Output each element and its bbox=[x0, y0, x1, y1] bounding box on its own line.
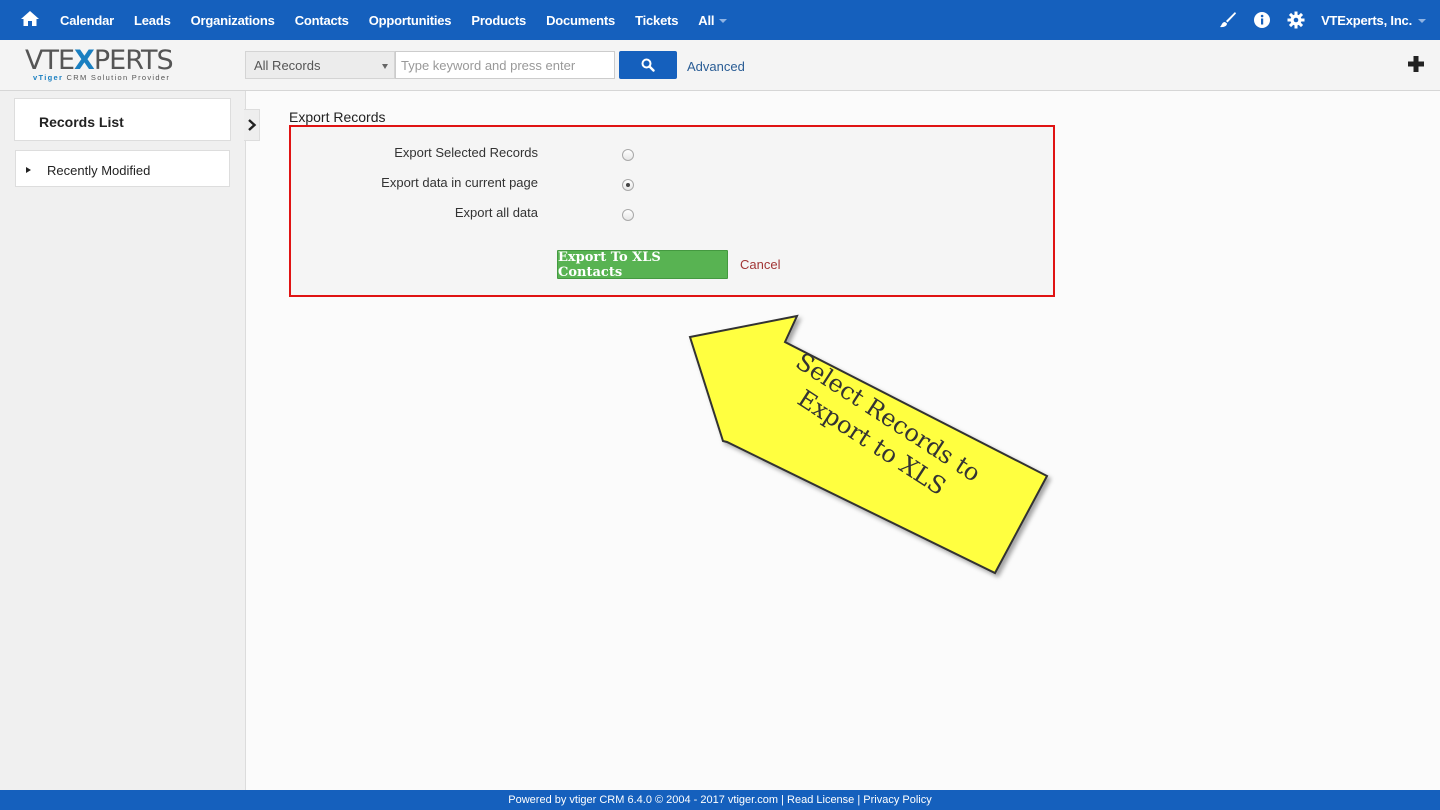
menu-item-organizations[interactable]: Organizations bbox=[181, 13, 285, 28]
logo-text-b: PERTS bbox=[93, 45, 174, 76]
user-name: VTExperts, Inc. bbox=[1321, 12, 1412, 28]
chevron-down-icon bbox=[382, 64, 388, 69]
export-selected-radio[interactable] bbox=[622, 149, 634, 161]
export-option-label: Export Selected Records bbox=[394, 145, 538, 160]
user-menu[interactable]: VTExperts, Inc. bbox=[1321, 13, 1426, 28]
export-all-radio[interactable] bbox=[622, 209, 634, 221]
export-options-panel: Export Selected Records Export data in c… bbox=[289, 125, 1055, 297]
triangle-right-icon bbox=[26, 167, 31, 173]
chevron-down-icon bbox=[719, 19, 728, 24]
search-input[interactable] bbox=[395, 51, 615, 79]
plus-icon[interactable] bbox=[1406, 54, 1426, 74]
logo[interactable]: VTEXPERTS vTiger CRM Solution Provider bbox=[25, 47, 185, 87]
menu-item-opportunities[interactable]: Opportunities bbox=[359, 13, 462, 28]
chevron-right-icon bbox=[247, 119, 256, 131]
export-current-page-radio[interactable] bbox=[622, 179, 634, 191]
export-to-xls-button[interactable]: Export To XLS Contacts bbox=[557, 250, 728, 280]
sidebar-title[interactable]: Records List bbox=[14, 98, 231, 141]
logo-tag-a: vTiger bbox=[33, 73, 64, 82]
annotation-callout: Select Records to Export to XLS bbox=[763, 339, 997, 520]
menu-item-all-label: All bbox=[698, 12, 715, 28]
gear-icon[interactable] bbox=[1287, 11, 1305, 29]
sidebar-item-recently-modified[interactable]: Recently Modified bbox=[15, 150, 230, 187]
info-icon[interactable] bbox=[1253, 11, 1271, 29]
footer: Powered by vtiger CRM 6.4.0 © 2004 - 201… bbox=[0, 790, 1440, 810]
menu-item-leads[interactable]: Leads bbox=[124, 13, 181, 28]
menu-item-documents[interactable]: Documents bbox=[536, 13, 625, 28]
top-right-tools: VTExperts, Inc. bbox=[1219, 0, 1440, 40]
page-title: Export Records bbox=[289, 109, 386, 125]
search-icon bbox=[641, 58, 655, 72]
export-option-label: Export data in current page bbox=[381, 175, 538, 190]
logo-text-x: X bbox=[74, 45, 95, 76]
cancel-link[interactable]: Cancel bbox=[740, 257, 780, 272]
search-bar: VTEXPERTS vTiger CRM Solution Provider A… bbox=[0, 40, 1440, 91]
menu-item-all[interactable]: All bbox=[688, 13, 737, 28]
menu-item-tickets[interactable]: Tickets bbox=[625, 13, 688, 28]
export-option-label: Export all data bbox=[454, 205, 538, 220]
main-menu: Calendar Leads Organizations Contacts Op… bbox=[50, 0, 737, 40]
advanced-search-link[interactable]: Advanced bbox=[687, 59, 745, 74]
menu-item-calendar[interactable]: Calendar bbox=[50, 13, 124, 28]
sidebar: Records List Recently Modified bbox=[0, 91, 246, 790]
home-icon[interactable] bbox=[20, 9, 40, 29]
chevron-down-icon bbox=[1418, 19, 1426, 24]
search-scope-value: All Records bbox=[254, 58, 321, 73]
menu-item-contacts[interactable]: Contacts bbox=[285, 13, 359, 28]
menu-item-products[interactable]: Products bbox=[461, 13, 536, 28]
search-scope-select[interactable]: All Records bbox=[245, 51, 395, 79]
top-navbar: Calendar Leads Organizations Contacts Op… bbox=[0, 0, 1440, 40]
sidebar-item-label: Recently Modified bbox=[47, 163, 151, 178]
sidebar-toggle[interactable] bbox=[244, 109, 260, 141]
logo-text-a: VTE bbox=[25, 45, 75, 76]
logo-tag-b: CRM Solution Provider bbox=[63, 73, 171, 82]
search-button[interactable] bbox=[619, 51, 677, 79]
brush-icon[interactable] bbox=[1219, 11, 1237, 29]
